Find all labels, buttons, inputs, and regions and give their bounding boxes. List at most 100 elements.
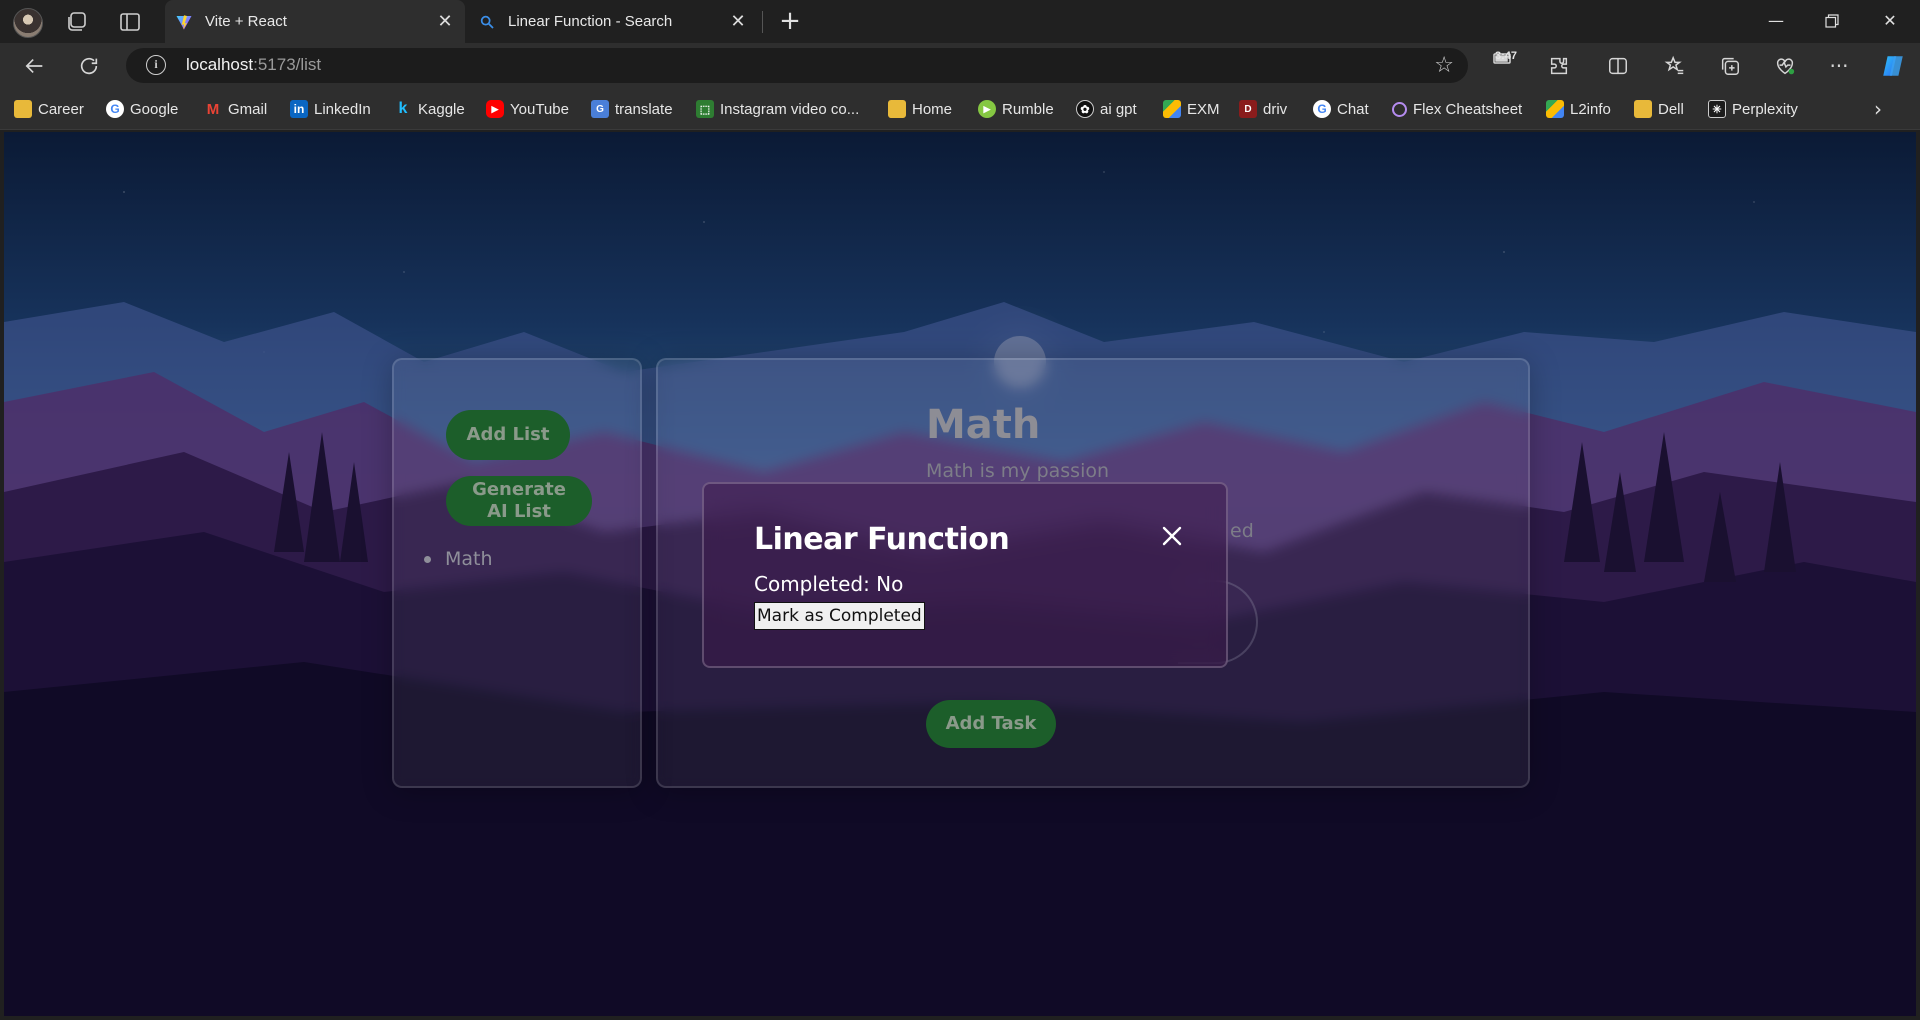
minimize-icon[interactable]: — — [1754, 6, 1798, 36]
bookmark-label: Chat — [1337, 100, 1369, 118]
openai-icon: ✿ — [1076, 100, 1094, 118]
completion-status: Completed: No — [754, 572, 904, 596]
new-tab-icon[interactable]: + — [776, 8, 804, 36]
refresh-icon[interactable] — [76, 53, 102, 79]
close-tab-icon[interactable]: ✕ — [435, 11, 455, 32]
bookmark-label: driv — [1263, 100, 1288, 118]
rumble-icon: ▶ — [978, 100, 996, 118]
tab-title: Linear Function - Search — [508, 13, 673, 30]
bookmark-translate[interactable]: Gtranslate — [591, 98, 673, 120]
search-icon — [478, 13, 496, 31]
lists-sidebar: Add List Generate AI List Math — [392, 358, 642, 788]
more-menu-icon[interactable]: ··· — [1826, 53, 1852, 79]
split-screen-icon[interactable] — [1605, 53, 1631, 79]
bookmark-google[interactable]: G Google — [106, 98, 178, 120]
bookmark-gmail[interactable]: M Gmail — [204, 98, 267, 120]
bookmark-home[interactable]: Home — [888, 98, 952, 120]
button-label-line: AI List — [487, 501, 551, 522]
site-info-icon[interactable]: i — [146, 55, 166, 75]
bookmark-label: EXM — [1187, 100, 1220, 118]
bookmark-driv[interactable]: Ddriv — [1239, 98, 1287, 120]
restore-icon[interactable] — [1810, 6, 1854, 36]
close-window-icon[interactable]: ✕ — [1868, 6, 1912, 36]
bookmark-label: Rumble — [1002, 100, 1054, 118]
perplexity-icon: ✳ — [1708, 100, 1726, 118]
tab-linear-function-search[interactable]: Linear Function - Search ✕ — [468, 0, 758, 43]
collections-icon[interactable] — [1717, 53, 1743, 79]
bookmark-label: Dell — [1658, 100, 1684, 118]
address-bar[interactable]: i localhost:5173/list ☆ — [126, 48, 1468, 83]
google-icon: G — [106, 100, 124, 118]
bookmark-label: Kaggle — [418, 100, 465, 118]
circle-icon — [1392, 101, 1407, 117]
bookmark-label: Flex Cheatsheet — [1413, 100, 1523, 118]
url-path: :5173/list — [253, 55, 322, 74]
url-host: localhost — [186, 55, 254, 74]
bookmark-dell[interactable]: Dell — [1634, 98, 1684, 120]
bookmark-l2info[interactable]: L2info — [1546, 98, 1611, 120]
close-tab-icon[interactable]: ✕ — [728, 11, 748, 32]
tab-strip: Vite + React ✕ Linear Function - Search … — [0, 0, 1920, 43]
workspaces-icon[interactable] — [65, 10, 89, 34]
bookmark-label: translate — [615, 100, 673, 118]
linkedin-icon: in — [290, 100, 308, 118]
list-item-label: Math — [445, 548, 493, 570]
favorites-icon[interactable] — [1662, 53, 1688, 79]
bookmark-perplexity[interactable]: ✳ Perplexity — [1708, 98, 1798, 120]
home-icon — [888, 100, 906, 118]
bookmark-flex-cheatsheet[interactable]: Flex Cheatsheet — [1392, 98, 1522, 120]
mark-completed-button[interactable]: Mark as Completed — [754, 602, 925, 630]
battery-time: 3:47 — [1494, 50, 1518, 62]
tab-vite-react[interactable]: Vite + React ✕ — [165, 0, 465, 43]
close-icon[interactable] — [1160, 524, 1188, 552]
extensions-icon[interactable] — [1546, 53, 1572, 79]
bookmark-career[interactable]: Career — [14, 98, 84, 120]
bullet-icon — [424, 556, 431, 563]
bookmark-label: Instagram video co... — [720, 100, 860, 118]
button-label-line: Generate — [472, 479, 566, 500]
bookmark-rumble[interactable]: ▶ Rumble — [978, 98, 1054, 120]
bookmarks-bar: Career G Google M Gmail in LinkedIn k Kaggle… — [0, 88, 1920, 130]
google-icon: G — [1313, 100, 1331, 118]
tab-title: Vite + React — [205, 13, 287, 30]
youtube-icon: ▶ — [486, 100, 504, 118]
list-item-math[interactable]: Math — [424, 548, 493, 570]
bookmark-youtube[interactable]: ▶ YouTube — [486, 98, 569, 120]
bookmark-label: Home — [912, 100, 953, 118]
bookmark-kaggle[interactable]: k Kaggle — [394, 98, 465, 120]
bookmark-chat[interactable]: G Chat — [1313, 98, 1369, 120]
profile-avatar[interactable] — [13, 8, 43, 38]
favorite-star-icon[interactable]: ☆ — [1434, 53, 1454, 78]
bookmark-label: Google — [130, 100, 179, 118]
tab-separator — [762, 11, 763, 33]
vertical-tabs-icon[interactable] — [118, 10, 142, 34]
browser-toolbar: i localhost:5173/list ☆ ··· — [0, 43, 1920, 88]
bookmark-label: ai gpt — [1100, 100, 1137, 118]
kaggle-icon: k — [398, 100, 408, 117]
bookmark-label: Career — [38, 100, 84, 118]
browser-essentials-icon[interactable] — [1772, 53, 1798, 79]
list-title: Math — [926, 402, 1041, 448]
folder-icon — [14, 100, 32, 118]
instagram-video-icon: ⬚ — [696, 100, 714, 118]
vite-icon — [175, 13, 193, 31]
add-task-button[interactable]: Add Task — [926, 700, 1056, 748]
bookmark-label: YouTube — [510, 100, 569, 118]
drive-icon — [1163, 100, 1181, 118]
folder-icon — [1634, 100, 1652, 118]
bookmark-label: L2info — [1570, 100, 1611, 118]
chevron-right-icon[interactable]: › — [1874, 97, 1882, 121]
bookmark-linkedin[interactable]: in LinkedIn — [290, 98, 371, 120]
bookmark-instagram-video[interactable]: ⬚ Instagram video co... — [696, 98, 859, 120]
translate-icon: G — [591, 100, 609, 118]
generate-ai-list-button[interactable]: Generate AI List — [446, 476, 592, 526]
copilot-icon[interactable] — [1880, 53, 1906, 79]
bookmark-ai-gpt[interactable]: ✿ ai gpt — [1076, 98, 1137, 120]
back-icon[interactable] — [22, 53, 48, 79]
list-description: Math is my passion — [926, 460, 1110, 482]
add-list-button[interactable]: Add List — [446, 410, 570, 460]
url-text[interactable]: localhost:5173/list — [186, 55, 321, 75]
bookmark-exm[interactable]: EXM — [1163, 98, 1220, 120]
driv-icon: D — [1239, 100, 1257, 118]
modal-title: Linear Function — [754, 522, 1010, 557]
